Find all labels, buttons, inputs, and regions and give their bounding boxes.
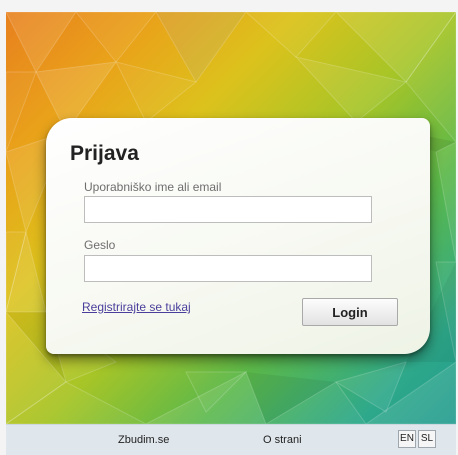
footer: Zbudim.se O strani EN SL <box>6 424 456 455</box>
login-title: Prijava <box>70 142 139 165</box>
password-label: Geslo <box>84 238 116 252</box>
language-en-button[interactable]: EN <box>398 430 416 448</box>
login-card: Prijava Uporabniško ime ali email Geslo … <box>46 118 430 354</box>
username-input[interactable] <box>84 196 372 223</box>
page: Prijava Uporabniško ime ali email Geslo … <box>0 0 458 455</box>
footer-about-link[interactable]: O strani <box>263 434 302 446</box>
password-input[interactable] <box>84 255 372 282</box>
register-link[interactable]: Registrirajte se tukaj <box>82 300 191 314</box>
language-sl-button[interactable]: SL <box>418 430 436 448</box>
username-label: Uporabniško ime ali email <box>84 180 222 194</box>
login-button[interactable]: Login <box>302 298 398 326</box>
footer-site-link[interactable]: Zbudim.se <box>118 434 169 446</box>
